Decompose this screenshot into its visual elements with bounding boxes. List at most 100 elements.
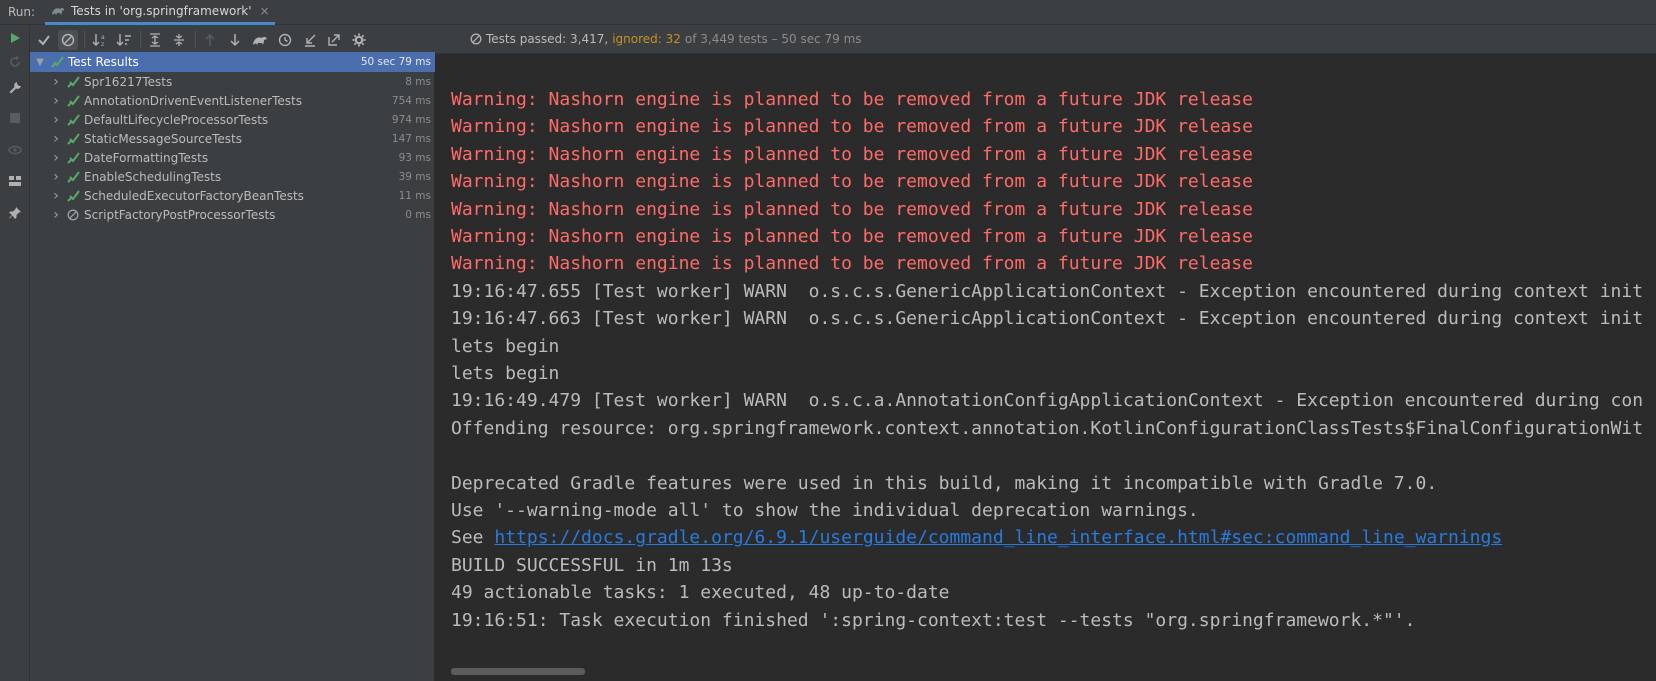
tree-item[interactable]: › Spr16217Tests 8 ms <box>30 72 435 92</box>
console-warning-line: Warning: Nashorn engine is planned to be… <box>451 143 1253 165</box>
tree-item-label: DefaultLifecycleProcessorTests <box>84 113 269 127</box>
test-status-summary: Tests passed: 3,417, ignored: 32 of 3,44… <box>470 32 862 46</box>
collapse-all-icon[interactable] <box>169 30 189 50</box>
layout-icon[interactable] <box>7 173 23 189</box>
passed-test-icon <box>66 94 80 108</box>
passed-test-icon <box>66 132 80 146</box>
tree-root-test-results[interactable]: ▼ Test Results 50 sec 79 ms <box>30 52 435 72</box>
console-see-line: See https://docs.gradle.org/6.9.1/usergu… <box>451 523 1502 552</box>
console-line: Deprecated Gradle features were used in … <box>451 472 1438 494</box>
tree-item-time: 8 ms <box>405 76 431 88</box>
tree-item[interactable]: › AnnotationDrivenEventListenerTests 754 m… <box>30 91 435 111</box>
next-failed-icon[interactable] <box>225 30 245 50</box>
chevron-right-icon[interactable]: › <box>50 207 62 223</box>
tree-item-time: 39 ms <box>398 171 431 183</box>
ignored-test-icon <box>66 208 80 222</box>
console-line: lets begin <box>451 335 560 357</box>
tree-item[interactable]: › StaticMessageSourceTests 147 ms <box>30 129 435 149</box>
tree-root-label: Test Results <box>68 55 139 69</box>
passed-test-icon <box>66 189 80 203</box>
tree-item[interactable]: › ScheduledExecutorFactoryBeanTests 11 ms <box>30 186 435 206</box>
passed-test-icon <box>66 75 80 89</box>
passed-test-icon <box>66 151 80 165</box>
previous-failed-icon[interactable] <box>200 30 220 50</box>
sort-alphabetically-icon[interactable]: az <box>90 30 110 50</box>
tree-item-time: 0 ms <box>405 209 431 221</box>
show-ignored-icon[interactable] <box>58 30 78 50</box>
test-history-icon[interactable] <box>275 30 295 50</box>
settings-gear-icon[interactable] <box>349 30 369 50</box>
console-line: 49 actionable tasks: 1 executed, 48 up-t… <box>451 582 950 604</box>
gradle-docs-link[interactable]: https://docs.gradle.org/6.9.1/userguide/… <box>494 527 1502 548</box>
status-passed-text: Tests passed: 3,417, <box>486 32 609 46</box>
wrench-icon[interactable] <box>7 80 23 96</box>
tree-item[interactable]: › DateFormattingTests 93 ms <box>30 148 435 168</box>
tree-item-time: 93 ms <box>398 152 431 164</box>
passed-test-icon <box>66 113 80 127</box>
pin-icon[interactable] <box>7 205 23 221</box>
tree-item-time: 11 ms <box>398 190 431 202</box>
chevron-right-icon[interactable]: › <box>50 169 62 185</box>
import-results-icon[interactable] <box>300 30 320 50</box>
test-results-tree: ▼ Test Results 50 sec 79 ms › Spr16217Tes… <box>30 52 435 681</box>
run-tool-window-header: Run: Tests in 'org.springframework' × <box>0 0 1656 25</box>
expand-all-icon[interactable] <box>145 30 165 50</box>
tree-item[interactable]: › DefaultLifecycleProcessorTests 974 ms <box>30 110 435 130</box>
close-tab-icon[interactable]: × <box>260 4 270 18</box>
eye-icon[interactable] <box>7 142 23 158</box>
chevron-right-icon[interactable]: › <box>50 74 62 90</box>
tree-item-label: StaticMessageSourceTests <box>84 132 243 146</box>
chevron-right-icon[interactable]: › <box>50 112 62 128</box>
left-tool-strip <box>0 25 30 681</box>
chevron-right-icon[interactable]: › <box>50 131 62 147</box>
horizontal-scrollbar[interactable] <box>451 668 585 675</box>
run-tab-title: Tests in 'org.springframework' <box>71 4 252 18</box>
chevron-right-icon[interactable]: › <box>50 93 62 109</box>
tree-item[interactable]: › ScriptFactoryPostProcessorTests 0 ms <box>30 205 435 225</box>
tree-item-time: 754 ms <box>391 95 431 107</box>
console-line: 19:16:51: Task execution finished ':spri… <box>451 609 1416 631</box>
tree-item-label: DateFormattingTests <box>84 151 209 165</box>
console-line: lets begin <box>451 363 560 384</box>
run-label: Run: <box>8 5 36 19</box>
import-tests-icon[interactable] <box>250 30 270 50</box>
console-output[interactable]: Warning: Nashorn engine is planned to be… <box>435 54 1656 681</box>
chevron-right-icon[interactable]: › <box>50 188 62 204</box>
run-tab[interactable]: Tests in 'org.springframework' × <box>45 0 275 25</box>
svg-text:z: z <box>101 41 104 47</box>
tree-item-label: AnnotationDrivenEventListenerTests <box>84 94 302 108</box>
rerun-failed-icon[interactable] <box>7 54 23 70</box>
console-warning-line: Warning: Nashorn engine is planned to be… <box>451 89 1253 110</box>
gradle-icon <box>52 7 64 15</box>
rerun-icon[interactable] <box>7 30 23 46</box>
svg-text:a: a <box>101 34 105 41</box>
status-ignored-text: ignored: 32 <box>612 32 681 46</box>
console-line: 19:16:47.663 [Test worker] WARN o.s.c.s.… <box>451 308 1644 330</box>
see-prefix: See <box>451 527 495 549</box>
status-total-text: of 3,449 tests – 50 sec 79 ms <box>684 32 862 46</box>
console-warning-line: Warning: Nashorn engine is planned to be… <box>451 253 1253 275</box>
console-line: BUILD SUCCESSFUL in 1m 13s <box>451 554 733 576</box>
tree-item-time: 147 ms <box>391 133 431 145</box>
show-passed-icon[interactable] <box>34 30 54 50</box>
ignored-status-icon <box>470 33 482 45</box>
stop-icon[interactable] <box>7 110 23 126</box>
console-line: 19:16:49.479 [Test worker] WARN o.s.c.a.… <box>451 390 1644 412</box>
tree-item-time: 974 ms <box>391 114 431 126</box>
console-line: Offending resource: org.springframework.… <box>451 417 1644 439</box>
console-warning-line: Warning: Nashorn engine is planned to be… <box>451 171 1253 193</box>
console-warning-line: Warning: Nashorn engine is planned to be… <box>451 198 1253 220</box>
chevron-right-icon[interactable]: › <box>50 150 62 166</box>
test-runner-toolbar: az Tests passed: 3,417, ignored: 32 of 3… <box>30 25 1656 54</box>
tree-item-label: ScheduledExecutorFactoryBeanTests <box>84 189 304 203</box>
tree-item-label: ScriptFactoryPostProcessorTests <box>84 208 276 222</box>
sort-by-duration-icon[interactable] <box>114 30 134 50</box>
console-warning-line: Warning: Nashorn engine is planned to be… <box>451 116 1253 138</box>
console-line: 19:16:47.655 [Test worker] WARN o.s.c.s.… <box>451 280 1644 302</box>
console-line: Use '--warning-mode all' to show the ind… <box>451 500 1199 521</box>
console-warning-line: Warning: Nashorn engine is planned to be… <box>451 226 1253 247</box>
export-results-icon[interactable] <box>324 30 344 50</box>
tree-item[interactable]: › EnableSchedulingTests 39 ms <box>30 167 435 187</box>
chevron-down-icon[interactable]: ▼ <box>34 57 46 68</box>
tree-root-time: 50 sec 79 ms <box>360 56 431 68</box>
